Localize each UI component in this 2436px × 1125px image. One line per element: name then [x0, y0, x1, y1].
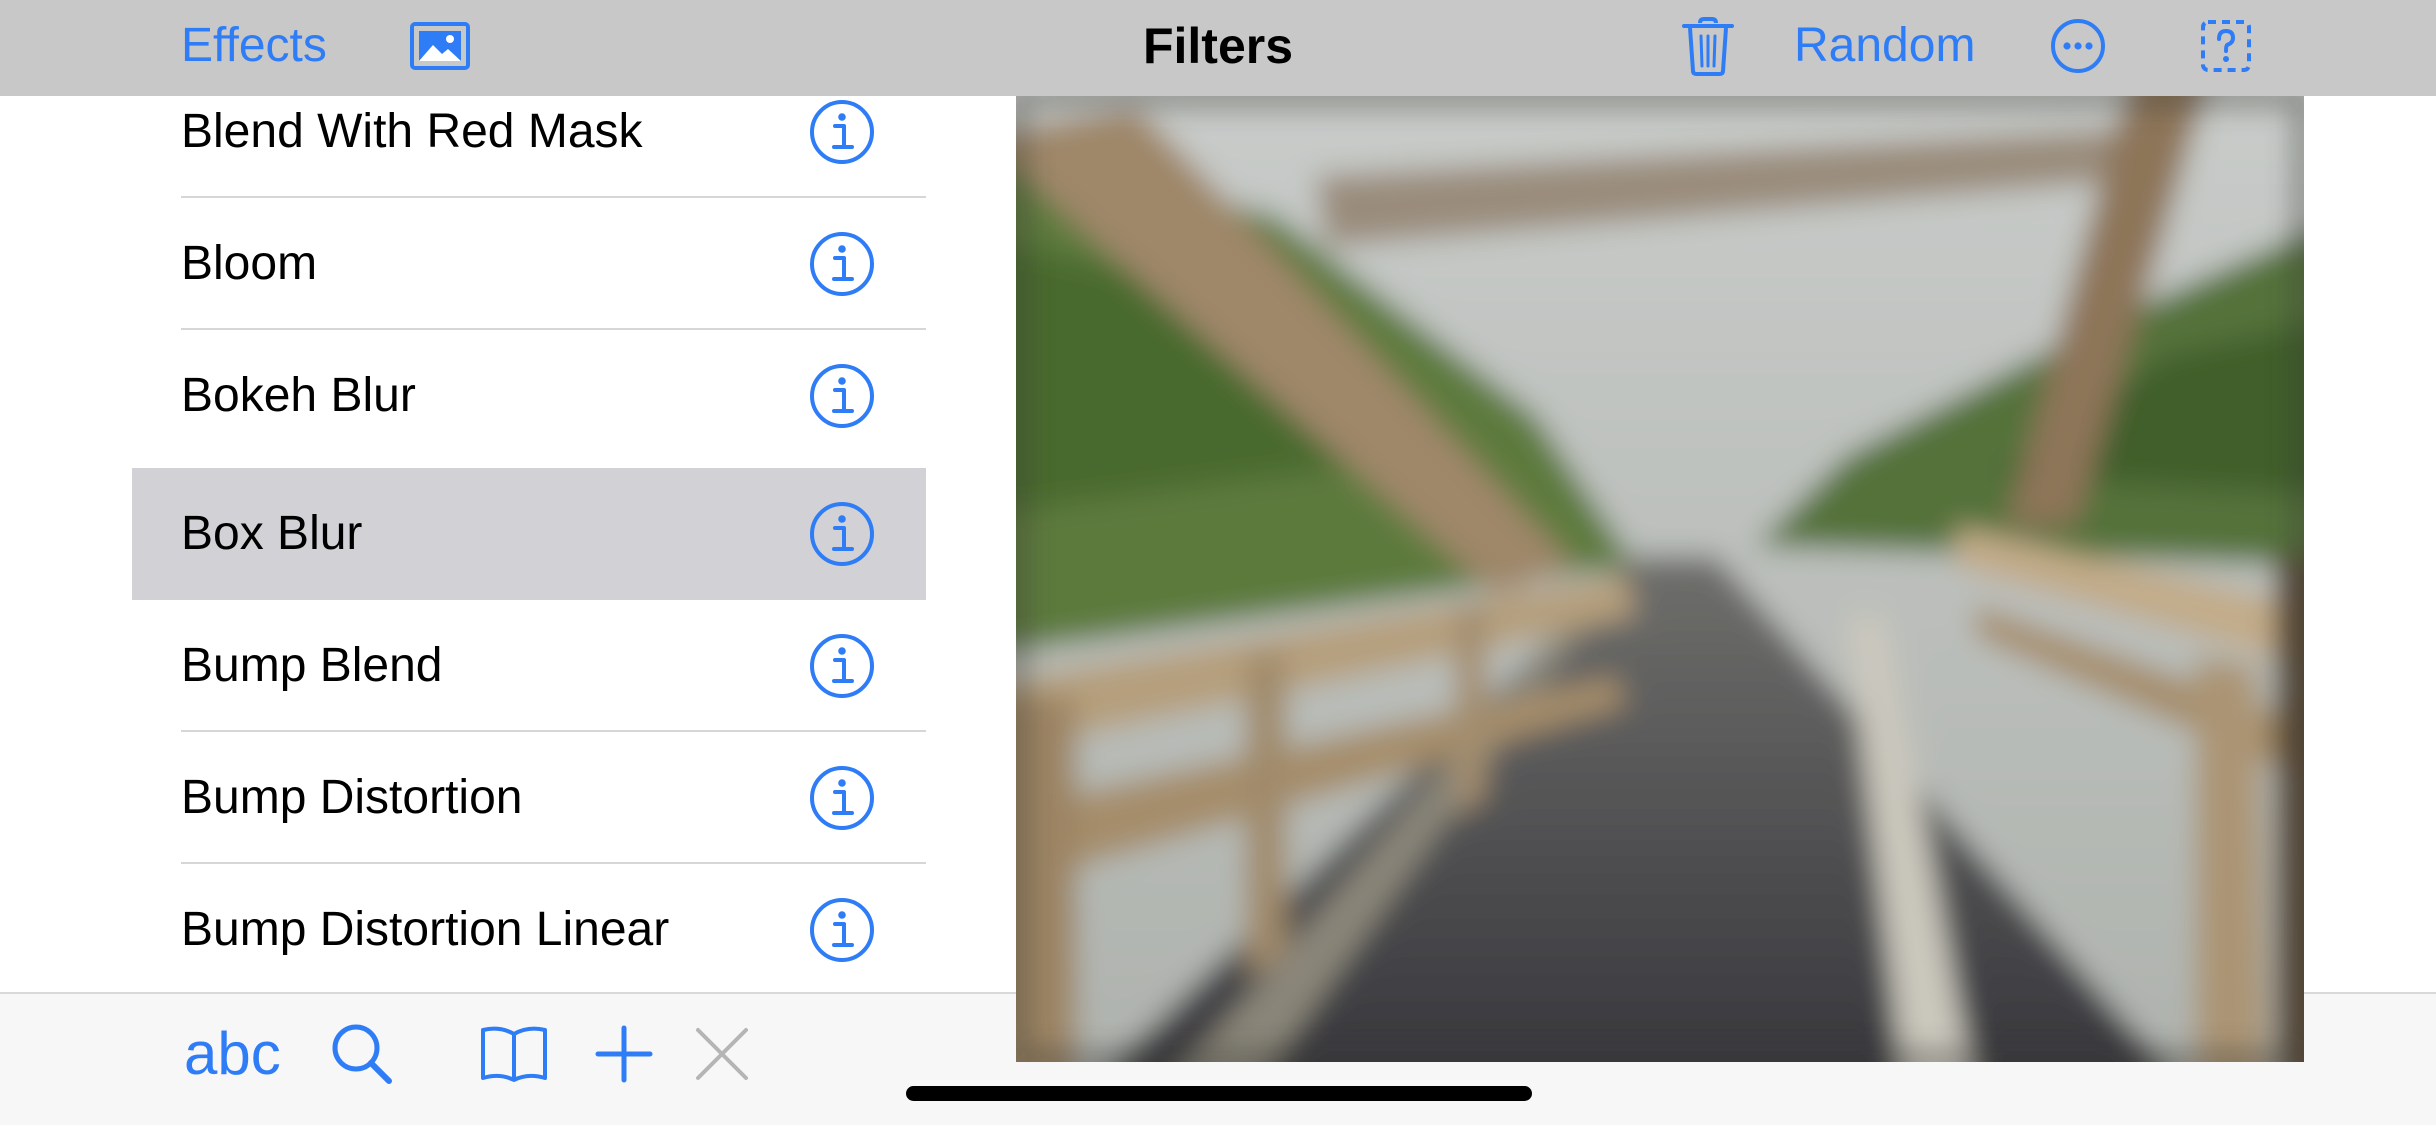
list-item[interactable]: Bump Distortion [132, 732, 926, 864]
info-circle-icon[interactable] [808, 632, 876, 700]
info-circle-icon[interactable] [808, 362, 876, 430]
filters-screen: Filters Effects Random Blend With Red Ma… [0, 0, 2436, 1125]
trash-icon[interactable] [1676, 14, 1740, 78]
filter-name: Blend With Red Mask [181, 105, 643, 158]
navigation-bar: Filters Effects Random [0, 0, 2436, 96]
filter-name: Bump Distortion Linear [181, 903, 670, 956]
info-circle-icon[interactable] [808, 896, 876, 964]
plus-icon[interactable] [588, 1018, 660, 1090]
image-preview[interactable] [1016, 96, 2304, 1062]
blurred-bridge-image [1016, 96, 2304, 1062]
info-circle-icon[interactable] [808, 98, 876, 166]
filter-name: Bloom [181, 237, 318, 290]
ellipsis-circle-icon[interactable] [2046, 14, 2110, 78]
search-icon[interactable] [326, 1018, 398, 1090]
close-icon[interactable] [686, 1018, 758, 1090]
effects-button[interactable]: Effects [181, 0, 327, 96]
filter-name: Box Blur [181, 507, 363, 560]
filter-name: Bump Blend [181, 639, 443, 692]
list-item[interactable]: Bump Blend [132, 600, 926, 732]
info-circle-icon[interactable] [808, 764, 876, 832]
info-circle-icon[interactable] [808, 500, 876, 568]
filter-name: Bokeh Blur [181, 369, 416, 422]
list-item[interactable]: Bloom [132, 198, 926, 330]
list-item-selected[interactable]: Box Blur [132, 468, 926, 600]
list-item[interactable]: Bokeh Blur [132, 330, 926, 462]
home-indicator [906, 1086, 1532, 1101]
filter-list[interactable]: Blend With Red Mask Bloom Bokeh Blur Box… [132, 96, 926, 992]
abc-sort-button[interactable]: abc [184, 1014, 281, 1094]
dashed-square-question-icon[interactable] [2194, 14, 2258, 78]
list-item[interactable]: Blend With Red Mask [132, 96, 926, 198]
book-icon[interactable] [478, 1018, 550, 1090]
info-circle-icon[interactable] [808, 230, 876, 298]
random-button[interactable]: Random [1794, 0, 1975, 96]
filter-name: Bump Distortion [181, 771, 523, 824]
photo-icon[interactable] [408, 14, 472, 78]
list-item[interactable]: Bump Distortion Linear [132, 864, 926, 992]
